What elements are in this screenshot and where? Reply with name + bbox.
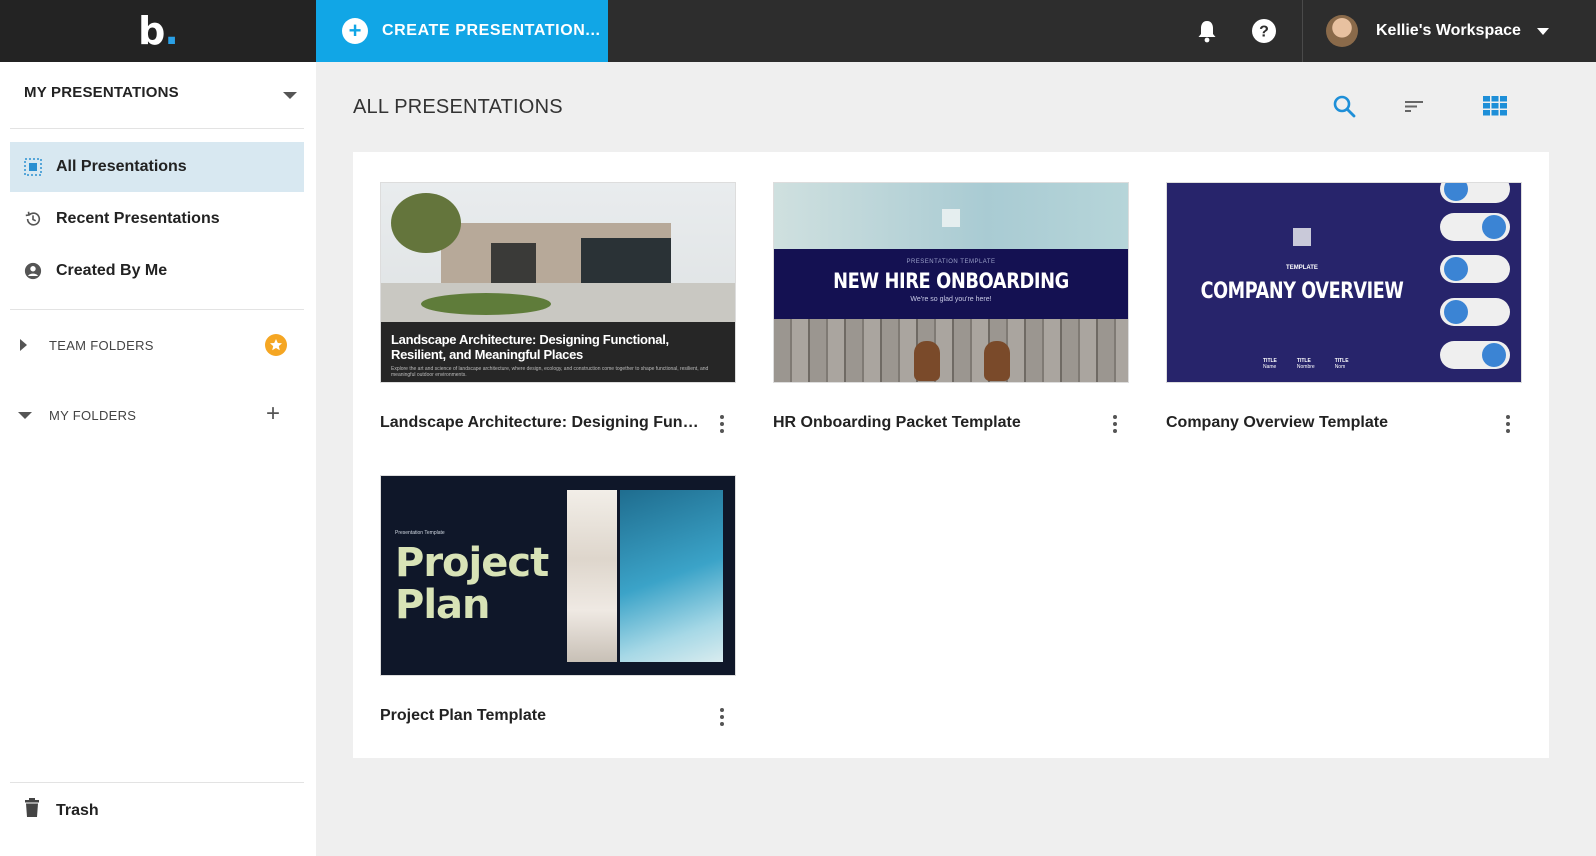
thumbnail-small-label: PRESENTATION TEMPLATE	[906, 259, 996, 265]
more-options-icon[interactable]	[720, 415, 724, 433]
presentation-title[interactable]: Landscape Architecture: Designing Functi…	[380, 414, 700, 432]
page-title: ALL PRESENTATIONS	[353, 96, 563, 118]
sidebar-item-trash[interactable]: Trash	[24, 798, 99, 823]
bell-icon[interactable]	[1192, 16, 1222, 46]
thumbnail-heading: NEW HIRE ONBOARDING	[833, 269, 1069, 293]
divider	[10, 128, 304, 129]
sidebar-item-all-presentations[interactable]: All Presentations	[10, 142, 304, 192]
chevron-down-icon	[1536, 27, 1549, 35]
caret-right-icon	[20, 339, 27, 351]
plus-icon: +	[342, 18, 368, 44]
top-bar-divider	[1302, 0, 1303, 62]
team-folders-label: TEAM FOLDERS	[49, 337, 154, 353]
more-options-icon[interactable]	[1113, 415, 1117, 433]
sidebar-item-recent-presentations[interactable]: Recent Presentations	[10, 194, 304, 244]
presentation-title[interactable]: Project Plan Template	[380, 707, 700, 725]
star-icon	[265, 334, 287, 356]
more-options-icon[interactable]	[720, 708, 724, 726]
presentation-card[interactable]: Landscape Architecture: Designing Functi…	[380, 182, 736, 433]
help-icon[interactable]: ?	[1249, 16, 1279, 46]
sidebar-item-label: Created By Me	[56, 262, 168, 279]
thumbnail-heading: Project Plan	[395, 540, 549, 628]
svg-text:?: ?	[1259, 24, 1269, 41]
grid-view-icon[interactable]	[1482, 93, 1508, 119]
sidebar-item-label: Recent Presentations	[56, 210, 220, 227]
my-folders-toggle[interactable]: MY FOLDERS	[18, 400, 304, 430]
sort-icon[interactable]	[1401, 93, 1427, 119]
thumbnail-small-label: Presentation Template	[395, 530, 445, 536]
avatar	[1326, 15, 1358, 47]
thumbnail-small-label: TEMPLATE	[1286, 265, 1318, 271]
chevron-down-icon[interactable]	[283, 92, 297, 99]
divider	[10, 309, 304, 310]
grid-select-icon	[24, 158, 42, 176]
workspace-name: Kellie's Workspace	[1376, 22, 1521, 39]
top-bar: b. + CREATE PRESENTATION... ? Kellie's W…	[0, 0, 1596, 62]
sidebar-header[interactable]: MY PRESENTATIONS	[24, 84, 179, 101]
presentation-card[interactable]: Presentation Template Project Plan Projec…	[380, 475, 736, 726]
presentation-thumbnail[interactable]: TEMPLATE COMPANY OVERVIEW TITLE Name TITL…	[1166, 182, 1522, 383]
user-circle-icon	[24, 262, 42, 280]
presentation-card[interactable]: TEMPLATE COMPANY OVERVIEW TITLE Name TITL…	[1166, 182, 1522, 433]
trash-icon	[24, 798, 40, 823]
logo[interactable]: b.	[0, 0, 316, 62]
divider	[10, 782, 304, 783]
add-folder-icon[interactable]: +	[266, 402, 280, 426]
presentation-title[interactable]: Company Overview Template	[1166, 414, 1486, 432]
history-icon	[24, 210, 42, 228]
thumbnail-subtitle: Explore the art and science of landscape…	[391, 366, 709, 378]
logo-text: b.	[138, 9, 179, 53]
presentation-thumbnail[interactable]: Landscape Architecture: Designing Functi…	[380, 182, 736, 383]
team-folders-toggle[interactable]: TEAM FOLDERS	[18, 330, 304, 360]
thumbnail-heading: COMPANY OVERVIEW	[1200, 279, 1404, 304]
sidebar: MY PRESENTATIONS All Presentations Recen…	[0, 62, 316, 856]
create-presentation-label: CREATE PRESENTATION...	[382, 22, 601, 39]
presentations-panel: Landscape Architecture: Designing Functi…	[353, 152, 1549, 758]
workspace-menu[interactable]: Kellie's Workspace	[1326, 14, 1549, 48]
presentation-thumbnail[interactable]: Presentation Template Project Plan	[380, 475, 736, 676]
presentation-title[interactable]: HR Onboarding Packet Template	[773, 414, 1093, 432]
sidebar-item-label: All Presentations	[56, 158, 187, 175]
presentation-card[interactable]: PRESENTATION TEMPLATE NEW HIRE ONBOARDIN…	[773, 182, 1129, 433]
trash-label: Trash	[56, 801, 99, 819]
thumbnail-subtitle: We're so glad you're here!	[910, 296, 992, 303]
create-presentation-button[interactable]: + CREATE PRESENTATION...	[316, 0, 608, 62]
search-icon[interactable]	[1331, 93, 1357, 119]
caret-down-icon	[18, 411, 32, 419]
more-options-icon[interactable]	[1506, 415, 1510, 433]
my-folders-label: MY FOLDERS	[49, 407, 137, 423]
sidebar-item-created-by-me[interactable]: Created By Me	[10, 246, 304, 296]
thumbnail-heading: Landscape Architecture: Designing Functi…	[391, 332, 669, 362]
presentation-thumbnail[interactable]: PRESENTATION TEMPLATE NEW HIRE ONBOARDIN…	[773, 182, 1129, 383]
